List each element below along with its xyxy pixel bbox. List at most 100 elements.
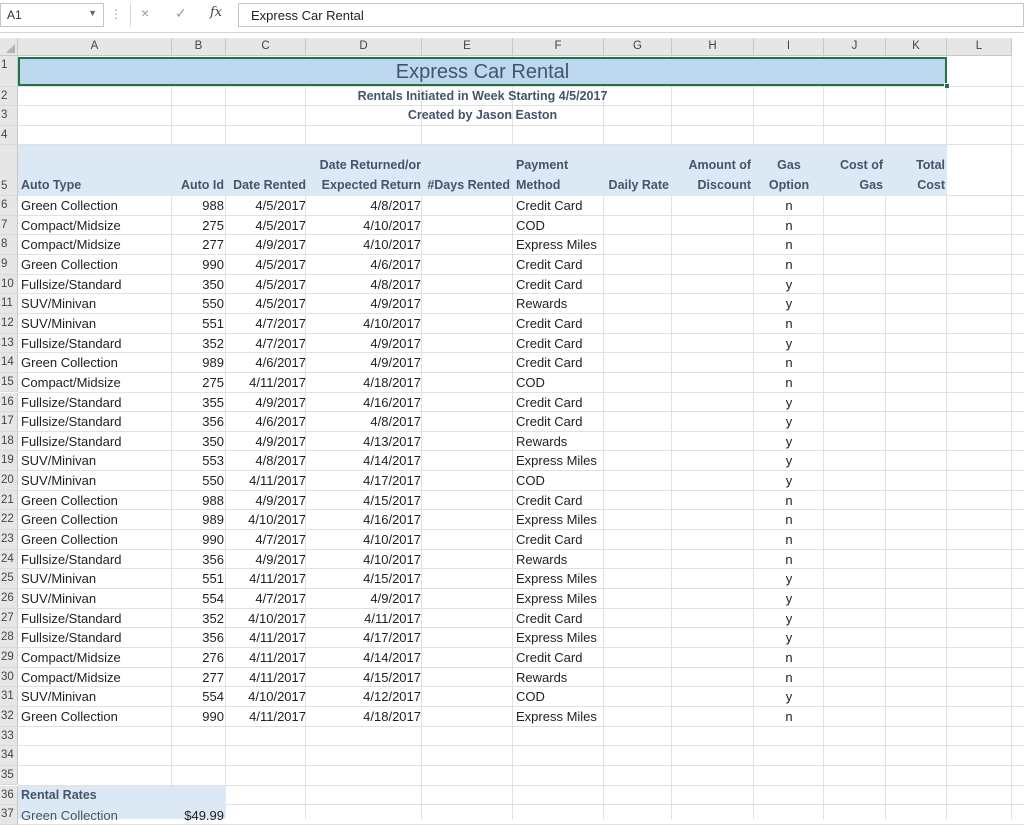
header-date-returned-line2[interactable]: Expected Return xyxy=(306,176,421,195)
header-daily-rate[interactable]: Daily Rate xyxy=(604,176,669,195)
cell-auto-id[interactable]: 275 xyxy=(172,216,224,235)
row-header-2[interactable]: 2 xyxy=(0,87,18,106)
cell-date-rented[interactable]: 4/7/2017 xyxy=(226,314,306,333)
more-icon[interactable]: ⋮ xyxy=(110,7,122,21)
cell-payment[interactable]: Credit Card xyxy=(516,353,582,372)
cell-auto-type[interactable]: SUV/Minivan xyxy=(21,589,96,608)
row-header-26[interactable]: 26 xyxy=(0,589,18,609)
rental-rates-label[interactable]: Rental Rates xyxy=(21,786,97,805)
column-header-h[interactable]: H xyxy=(672,38,754,56)
cell-date-returned[interactable]: 4/15/2017 xyxy=(306,491,421,510)
cell-date-returned[interactable]: 4/9/2017 xyxy=(306,334,421,353)
cell-auto-type[interactable]: Fullsize/Standard xyxy=(21,609,121,628)
cell-auto-id[interactable]: 550 xyxy=(172,294,224,313)
cell-payment[interactable]: Credit Card xyxy=(516,334,582,353)
cell-gas-option[interactable]: n xyxy=(754,314,824,333)
cell-auto-id[interactable]: 356 xyxy=(172,412,224,431)
cell-date-rented[interactable]: 4/9/2017 xyxy=(226,235,306,254)
header-cost-gas-line2[interactable]: Gas xyxy=(824,176,883,195)
row-header-19[interactable]: 19 xyxy=(0,451,18,472)
row-header-34[interactable]: 34 xyxy=(0,746,18,766)
cell-auto-type[interactable]: Fullsize/Standard xyxy=(21,334,121,353)
enter-icon[interactable]: ✓ xyxy=(175,5,187,22)
cell-auto-id[interactable]: 990 xyxy=(172,255,224,274)
cell-date-returned[interactable]: 4/9/2017 xyxy=(306,353,421,372)
cell-auto-type[interactable]: Green Collection xyxy=(21,255,118,274)
cell-payment[interactable]: COD xyxy=(516,373,545,392)
cell-gas-option[interactable]: n xyxy=(754,550,824,569)
row-header-29[interactable]: 29 xyxy=(0,647,18,668)
cell-date-rented[interactable]: 4/9/2017 xyxy=(226,432,306,451)
cell-gas-option[interactable]: y xyxy=(754,412,824,431)
header-discount-line1[interactable]: Amount of xyxy=(672,156,751,175)
column-header-i[interactable]: I xyxy=(754,38,824,56)
row-header-36[interactable]: 36 xyxy=(0,785,18,806)
cell-payment[interactable]: Rewards xyxy=(516,550,567,569)
cell-date-returned[interactable]: 4/12/2017 xyxy=(306,687,421,706)
cell-date-rented[interactable]: 4/7/2017 xyxy=(226,334,306,353)
cell-auto-id[interactable]: 989 xyxy=(172,353,224,372)
cell-payment[interactable]: COD xyxy=(516,471,545,490)
cell-gas-option[interactable]: n xyxy=(754,373,824,392)
cell-auto-type[interactable]: Fullsize/Standard xyxy=(21,550,121,569)
cell-auto-id[interactable]: 356 xyxy=(172,550,224,569)
row-header-16[interactable]: 16 xyxy=(0,392,18,413)
row-header-14[interactable]: 14 xyxy=(0,353,18,373)
cell-auto-type[interactable]: SUV/Minivan xyxy=(21,314,96,333)
cell-payment[interactable]: Credit Card xyxy=(516,255,582,274)
cell-auto-id[interactable]: 989 xyxy=(172,510,224,529)
chevron-down-icon[interactable]: ▼ xyxy=(88,8,97,18)
cell-auto-id[interactable]: 550 xyxy=(172,471,224,490)
cell-auto-type[interactable]: Green Collection xyxy=(21,196,118,215)
cell-date-returned[interactable]: 4/14/2017 xyxy=(306,648,421,667)
row-header-15[interactable]: 15 xyxy=(0,372,18,393)
row-header-22[interactable]: 22 xyxy=(0,510,18,531)
cell-date-rented[interactable]: 4/11/2017 xyxy=(226,707,306,726)
cell-payment[interactable]: Credit Card xyxy=(516,275,582,294)
cell-auto-id[interactable]: 553 xyxy=(172,451,224,470)
row-header-9[interactable]: 9 xyxy=(0,254,18,275)
cell-payment[interactable]: COD xyxy=(516,687,545,706)
row-header-18[interactable]: 18 xyxy=(0,431,18,452)
cell-date-returned[interactable]: 4/17/2017 xyxy=(306,628,421,647)
cell-auto-id[interactable]: 990 xyxy=(172,707,224,726)
header-payment-line1[interactable]: Payment xyxy=(516,156,568,175)
cell-date-rented[interactable]: 4/5/2017 xyxy=(226,196,306,215)
cell-auto-id[interactable]: 551 xyxy=(172,314,224,333)
cell-gas-option[interactable]: y xyxy=(754,432,824,451)
rate-green-collection-label[interactable]: Green Collection xyxy=(21,806,118,825)
header-date-rented[interactable]: Date Rented xyxy=(226,176,306,195)
cell-date-returned[interactable]: 4/18/2017 xyxy=(306,707,421,726)
row-header-20[interactable]: 20 xyxy=(0,471,18,491)
cell-date-rented[interactable]: 4/11/2017 xyxy=(226,373,306,392)
cell-payment[interactable]: Credit Card xyxy=(516,609,582,628)
cell-auto-id[interactable]: 276 xyxy=(172,648,224,667)
name-box[interactable]: A1 ▼ xyxy=(0,3,104,27)
cell-date-rented[interactable]: 4/6/2017 xyxy=(226,412,306,431)
cell-date-rented[interactable]: 4/5/2017 xyxy=(226,255,306,274)
cell-date-returned[interactable]: 4/8/2017 xyxy=(306,196,421,215)
row-header-8[interactable]: 8 xyxy=(0,235,18,255)
cell-payment[interactable]: Rewards xyxy=(516,668,567,687)
cell-gas-option[interactable]: n xyxy=(754,530,824,549)
header-total-line2[interactable]: Cost xyxy=(886,176,945,195)
cell-auto-type[interactable]: Fullsize/Standard xyxy=(21,432,121,451)
row-header-24[interactable]: 24 xyxy=(0,549,18,570)
cell-gas-option[interactable]: y xyxy=(754,451,824,470)
row-header-23[interactable]: 23 xyxy=(0,530,18,550)
cancel-icon[interactable]: × xyxy=(141,5,149,21)
row-header-37[interactable]: 37 xyxy=(0,805,18,825)
cell-date-rented[interactable]: 4/11/2017 xyxy=(226,628,306,647)
row-header-27[interactable]: 27 xyxy=(0,608,18,629)
cell-gas-option[interactable]: n xyxy=(754,353,824,372)
header-auto-id[interactable]: Auto Id xyxy=(172,176,224,195)
cell-date-returned[interactable]: 4/15/2017 xyxy=(306,569,421,588)
cell-auto-type[interactable]: Green Collection xyxy=(21,530,118,549)
cell-payment[interactable]: Credit Card xyxy=(516,196,582,215)
row-header-5[interactable]: 5 xyxy=(0,145,18,196)
cell-date-returned[interactable]: 4/11/2017 xyxy=(306,609,421,628)
cell-date-rented[interactable]: 4/5/2017 xyxy=(226,216,306,235)
cell-date-rented[interactable]: 4/11/2017 xyxy=(226,648,306,667)
cell-date-returned[interactable]: 4/6/2017 xyxy=(306,255,421,274)
cell-date-rented[interactable]: 4/5/2017 xyxy=(226,275,306,294)
